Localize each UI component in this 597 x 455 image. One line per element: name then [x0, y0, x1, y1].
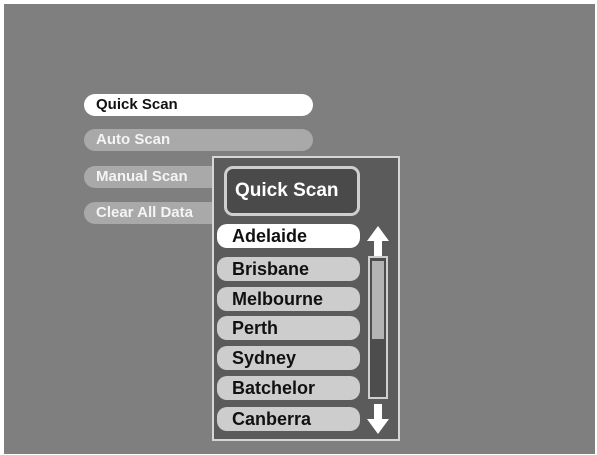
scrollbar-thumb[interactable]	[372, 261, 384, 339]
city-brisbane[interactable]: Brisbane	[217, 257, 360, 281]
quick-scan-popup: Quick Scan Adelaide Brisbane Melbourne P…	[212, 156, 400, 441]
city-melbourne[interactable]: Melbourne	[217, 287, 360, 311]
city-adelaide[interactable]: Adelaide	[217, 224, 360, 248]
popup-title: Quick Scan	[224, 166, 360, 216]
city-perth[interactable]: Perth	[217, 316, 360, 340]
city-batchelor[interactable]: Batchelor	[217, 376, 360, 400]
menu-item-auto-scan[interactable]: Auto Scan	[84, 129, 313, 151]
arrow-up-icon[interactable]	[367, 226, 389, 256]
menu-item-quick-scan[interactable]: Quick Scan	[84, 94, 313, 116]
city-canberra[interactable]: Canberra	[217, 407, 360, 431]
arrow-down-icon[interactable]	[367, 404, 389, 434]
scrollbar-track[interactable]	[368, 256, 388, 399]
city-sydney[interactable]: Sydney	[217, 346, 360, 370]
screen: Quick Scan Auto Scan Manual Scan Clear A…	[4, 4, 595, 454]
